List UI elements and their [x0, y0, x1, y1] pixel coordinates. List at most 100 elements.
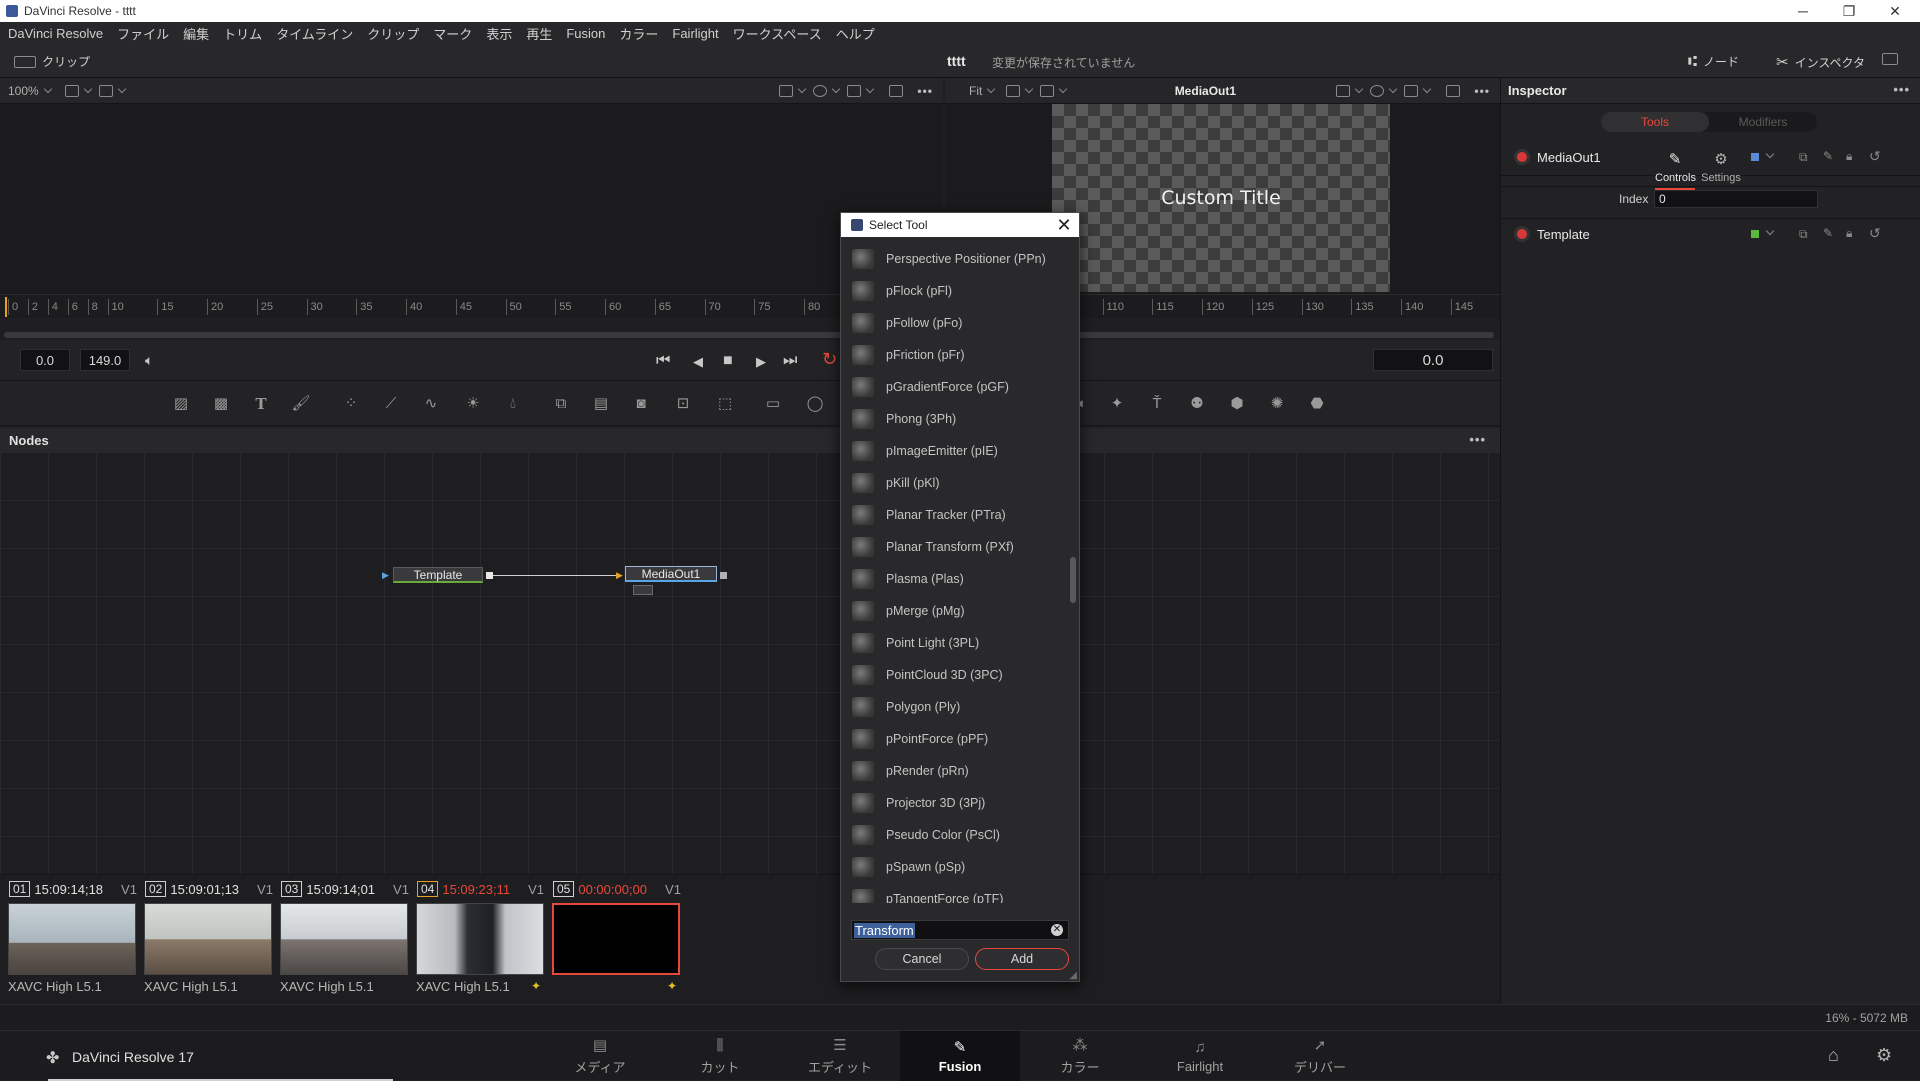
tool-list-item[interactable]: Projector 3D (3Pj) — [841, 787, 1081, 819]
node-mediaout[interactable]: MediaOut1 — [625, 566, 717, 582]
menu-trim[interactable]: トリム — [216, 24, 269, 43]
layout-icon[interactable] — [64, 84, 79, 97]
versions-icon[interactable]: ⧉ — [1799, 150, 1808, 165]
clip-thumbnail-2[interactable] — [144, 903, 272, 975]
clear-search-icon[interactable]: ✕ — [1051, 924, 1063, 936]
node-color-chevron-icon[interactable] — [1765, 226, 1775, 236]
render-end-field[interactable]: 149.0 — [80, 349, 130, 371]
tool-list-item[interactable]: pSpawn (pSp) — [841, 851, 1081, 883]
resize-tool-icon[interactable]: ⊡ — [672, 394, 694, 414]
inspector-toggle-button[interactable]: ✂ インスペクタ — [1776, 53, 1865, 71]
tool-list-item[interactable]: pFollow (pFo) — [841, 307, 1081, 339]
lock-icon[interactable]: 🔒︎ — [1846, 149, 1852, 164]
node-enable-icon[interactable] — [1517, 152, 1527, 162]
left-zoom-select[interactable]: 100% — [8, 84, 39, 98]
page-fusion[interactable]: ✎ Fusion — [900, 1031, 1020, 1081]
tool-list-scrollbar[interactable] — [1070, 557, 1076, 603]
close-window-button[interactable]: ✕ — [1872, 0, 1918, 22]
background-tool-icon[interactable]: ▨ — [170, 394, 192, 414]
settings-tab[interactable]: ⚙ Settings — [1701, 150, 1741, 184]
ellipse-tool-icon[interactable]: ◯ — [804, 394, 826, 414]
clip-toggle-button[interactable]: クリップ — [14, 53, 90, 70]
node-enable-icon[interactable] — [1517, 229, 1527, 239]
reset-icon[interactable]: ↺ — [1869, 225, 1881, 242]
tool-list-item[interactable]: pKill (pKl) — [841, 467, 1081, 499]
particles-tool-icon[interactable]: ⁘ — [340, 394, 362, 414]
roi-icon-right[interactable] — [1336, 84, 1351, 97]
speaker-icon[interactable]: 🔈︎ — [145, 352, 153, 369]
dialog-close-icon[interactable]: ✕ — [1053, 213, 1075, 237]
pin-icon[interactable]: ✎ — [1823, 149, 1833, 163]
right-zoom-select[interactable]: Fit — [969, 84, 982, 98]
menu-clip[interactable]: クリップ — [360, 24, 426, 43]
settings-gear-icon[interactable]: ⚙ — [1876, 1045, 1892, 1066]
camera3d-tool-icon[interactable]: ⚉ — [1186, 394, 1208, 414]
crop-overlay-tool-icon[interactable]: ⬚ — [714, 394, 736, 414]
brightness-tool-icon[interactable]: ☀ — [462, 394, 484, 414]
color-corrector-tool-icon[interactable]: 💧︎ — [502, 394, 524, 414]
page-media[interactable]: ▤ メディア — [540, 1031, 660, 1081]
menu-workspace[interactable]: ワークスペース — [726, 24, 829, 43]
menu-fusion[interactable]: Fusion — [559, 26, 612, 41]
tab-tools[interactable]: Tools — [1601, 112, 1709, 132]
home-icon[interactable]: ⌂ — [1828, 1045, 1839, 1066]
scrub-bar[interactable] — [4, 332, 1494, 338]
rectangle-tool-icon[interactable]: ▭ — [762, 394, 784, 414]
lut-icon[interactable] — [889, 84, 904, 97]
polygon-tool-icon[interactable]: ⟋ — [380, 394, 402, 414]
stop-icon[interactable]: ■ — [723, 352, 733, 370]
tool-list-item[interactable]: Plasma (Plas) — [841, 563, 1081, 595]
tool-search-input[interactable]: Transform ✕ — [851, 920, 1069, 940]
node-color-chevron-icon[interactable] — [1765, 149, 1775, 159]
node-template[interactable]: Template — [393, 567, 483, 583]
resize-grip-icon[interactable]: ◢ — [1069, 970, 1077, 981]
left-viewer[interactable] — [0, 104, 943, 294]
controls-tab[interactable]: ✎ Controls — [1655, 150, 1696, 190]
clip-thumbnail-1[interactable] — [8, 903, 136, 975]
tool-list-item[interactable]: pGradientForce (pGF) — [841, 371, 1081, 403]
minimize-button[interactable]: ─ — [1780, 0, 1826, 22]
merge-tool-icon[interactable]: ⧉ — [550, 394, 572, 414]
fullscreen-viewer-icon[interactable] — [1882, 53, 1898, 68]
versions-icon[interactable]: ⧉ — [1799, 227, 1808, 242]
clip-thumbnail-5[interactable] — [552, 903, 680, 975]
pin-icon[interactable]: ✎ — [1823, 226, 1833, 240]
clip-thumbnail-4[interactable] — [416, 903, 544, 975]
tool-list-item[interactable]: Phong (3Ph) — [841, 403, 1081, 435]
page-cut[interactable]: ⫼ カット — [660, 1031, 780, 1081]
display-icon-right[interactable] — [1040, 84, 1055, 97]
left-viewer-more-icon[interactable]: ••• — [917, 84, 933, 98]
tool-list-item[interactable]: pTangentForce (pTF) — [841, 883, 1081, 903]
menu-color[interactable]: カラー — [612, 24, 665, 43]
tool-list-item[interactable]: pMerge (pMg) — [841, 595, 1081, 627]
node-mediaout-port[interactable] — [720, 572, 727, 579]
playhead[interactable] — [5, 297, 7, 317]
page-edit[interactable]: ☰ エディット — [780, 1031, 900, 1081]
node-editor[interactable]: ▶ Template ▶ MediaOut1 — [0, 452, 1500, 874]
tool-list-item[interactable]: PointCloud 3D (3PC) — [841, 659, 1081, 691]
menu-timeline[interactable]: タイムライン — [269, 24, 360, 43]
roi-icon[interactable] — [779, 84, 794, 97]
menu-file[interactable]: ファイル — [110, 24, 176, 43]
bspline-tool-icon[interactable]: ∿ — [420, 394, 442, 414]
time-ruler[interactable]: 0246810152025303540455055606570758085909… — [0, 294, 1500, 318]
page-fairlight[interactable]: ♫ Fairlight — [1140, 1031, 1260, 1081]
grid-icon-right[interactable] — [1404, 84, 1419, 97]
index-field[interactable]: 0 — [1654, 190, 1818, 208]
menu-playback[interactable]: 再生 — [519, 24, 559, 43]
tool-list-item[interactable]: pFriction (pFr) — [841, 339, 1081, 371]
tool-list-item[interactable]: pPointForce (pPF) — [841, 723, 1081, 755]
menu-edit[interactable]: 編集 — [176, 24, 216, 43]
clip-thumbnail-3[interactable] — [280, 903, 408, 975]
inspector-node-template[interactable]: Template ⧉ ✎ 🔒︎ ↺ — [1501, 219, 1920, 249]
render-start-field[interactable]: 0.0 — [20, 349, 70, 371]
tool-list-item[interactable]: Point Light (3PL) — [841, 627, 1081, 659]
current-time-field[interactable]: 0.0 — [1373, 349, 1493, 371]
nodes-toggle-button[interactable]: ⑆ ノード — [1688, 53, 1739, 70]
tool-list-item[interactable]: Pseudo Color (PsCl) — [841, 819, 1081, 851]
text-tool-icon[interactable]: T — [250, 394, 272, 414]
node-output-port[interactable] — [486, 572, 493, 579]
go-to-start-icon[interactable]: ⏮ — [656, 352, 670, 370]
menu-view[interactable]: 表示 — [479, 24, 519, 43]
node-color-swatch[interactable] — [1751, 230, 1759, 238]
